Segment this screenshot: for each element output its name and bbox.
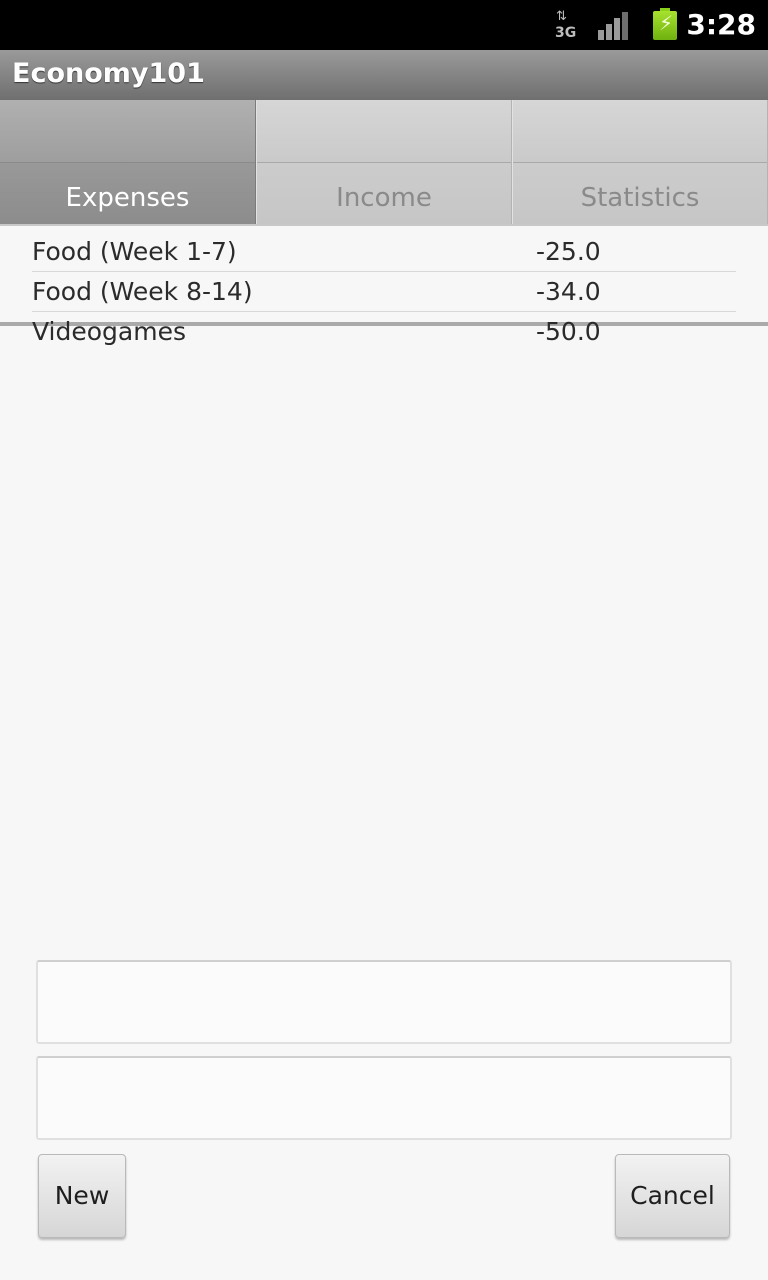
tab-expenses[interactable]: Expenses [0,100,256,224]
network-type-label: 3G [555,25,577,41]
new-button[interactable]: New [38,1154,126,1238]
battery-charging-icon: ⚡ [653,8,677,40]
expense-amount: -34.0 [536,277,601,306]
status-bar: ⇅ 3G ⚡ 3:28 [0,0,768,50]
data-3g-icon: ⇅ 3G [552,8,580,42]
data-arrows-icon: ⇅ [556,9,567,24]
tab-bar: Expenses Income Statistics [0,100,768,326]
tab-statistics-label: Statistics [580,183,700,213]
app-title: Economy101 [12,58,205,89]
expense-list: Food (Week 1-7) -25.0 Food (Week 8-14) -… [32,232,736,351]
expense-amount: -25.0 [536,237,601,266]
list-item[interactable]: Food (Week 1-7) -25.0 [32,232,736,272]
tab-income-label: Income [336,183,432,213]
expense-amount-field[interactable] [36,1056,732,1140]
tab-expenses-label: Expenses [65,183,190,213]
signal-icon [598,12,634,40]
status-clock: 3:28 [686,8,756,41]
tab-statistics[interactable]: Statistics [512,100,768,224]
expense-name: Videogames [32,317,186,346]
tab-income[interactable]: Income [256,100,512,224]
expense-name: Food (Week 1-7) [32,237,237,266]
app-title-bar: Economy101 [0,50,768,101]
expense-amount: -50.0 [536,317,601,346]
list-item[interactable]: Videogames -50.0 [32,312,736,351]
expense-name-field[interactable] [36,960,732,1044]
list-item[interactable]: Food (Week 8-14) -34.0 [32,272,736,312]
cancel-button[interactable]: Cancel [615,1154,730,1238]
expense-name: Food (Week 8-14) [32,277,253,306]
